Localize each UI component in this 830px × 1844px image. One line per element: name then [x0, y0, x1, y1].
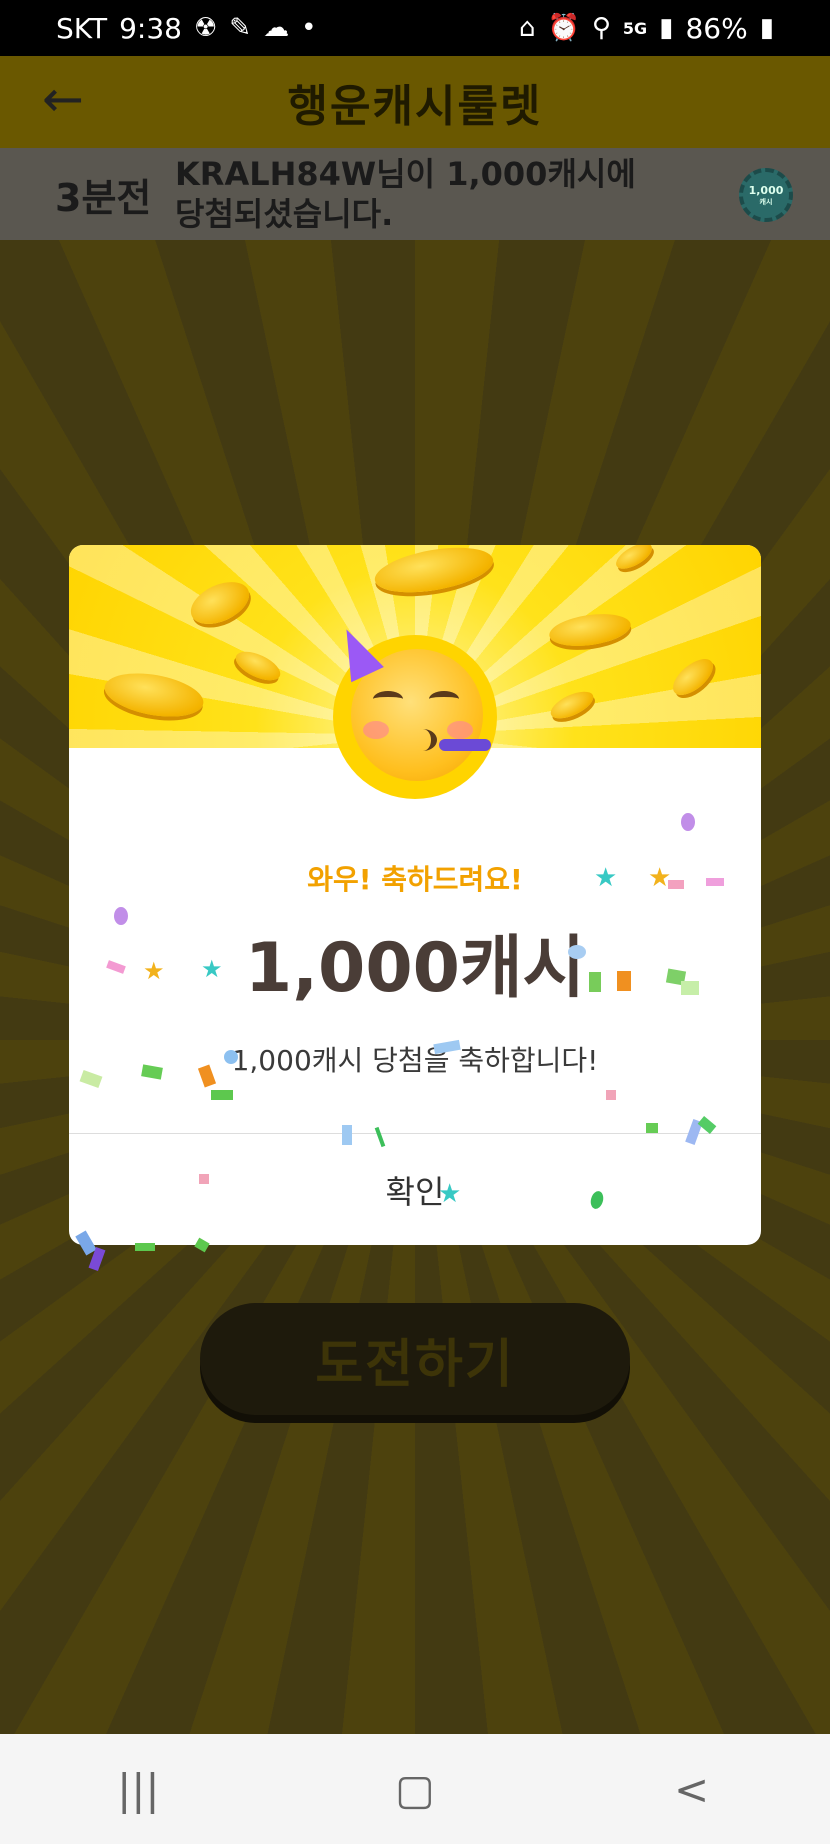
star-confetti-icon: ★	[438, 1179, 462, 1209]
win-dialog: 와우! 축하드려요! 1,000캐시 1,000캐시 당첨을 축하합니다! 확인…	[69, 545, 761, 1245]
confetti-piece	[199, 1174, 209, 1184]
battery-label: 86%	[685, 11, 748, 45]
cash-chip-icon: 1,000 캐시	[739, 168, 793, 222]
confetti-piece	[681, 813, 695, 831]
confetti-piece	[697, 1116, 717, 1134]
star-confetti-icon: ★	[201, 955, 223, 983]
congrats-message: 1,000캐시 당첨을 축하합니다!	[231, 1044, 599, 1077]
clock: 9:38	[119, 11, 182, 45]
confetti-piece	[342, 1125, 352, 1145]
win-amount: 1,000캐시	[244, 929, 586, 1008]
status-left: SKT 9:38 ☢ ✎ ☁ •	[56, 12, 316, 45]
star-confetti-icon: ★	[594, 863, 618, 893]
confetti-piece	[211, 1090, 233, 1100]
alarm-icon: ⏰	[547, 13, 580, 43]
coin-icon	[547, 609, 633, 651]
star-confetti-icon: ★	[143, 957, 165, 985]
status-bar: SKT 9:38 ☢ ✎ ☁ • ⌂ ⏰ ⚲ 5G ▮ 86% ▮	[0, 0, 830, 56]
battery-icon: ▮	[759, 13, 774, 43]
confetti-piece	[568, 945, 586, 959]
recents-icon[interactable]: |||	[98, 1765, 178, 1814]
coin-icon	[184, 573, 256, 633]
confetti-piece	[668, 880, 684, 889]
feather-icon: ✎	[229, 13, 252, 43]
lock-icon: ⌂	[518, 13, 536, 43]
party-emoji-icon	[330, 621, 497, 799]
page-title: 행운캐시룰렛	[287, 81, 543, 132]
chip-amount: 1,000	[748, 183, 784, 197]
confetti-piece	[646, 1123, 658, 1133]
confetti-piece	[681, 981, 699, 995]
network-label: 5G	[622, 18, 648, 38]
carrier-label: SKT	[56, 11, 108, 45]
confetti-piece	[114, 907, 128, 925]
coin-icon	[371, 545, 497, 601]
confetti-piece	[135, 1243, 155, 1251]
back-icon[interactable]: <	[652, 1765, 732, 1814]
coin-icon	[666, 652, 720, 702]
coin-icon	[546, 686, 598, 724]
confetti-piece	[589, 972, 601, 992]
status-right: ⌂ ⏰ ⚲ 5G ▮ 86% ▮	[519, 12, 774, 45]
app-bar: ← 행운캐시룰렛	[0, 56, 830, 148]
confetti-piece	[617, 971, 631, 991]
confirm-button[interactable]: 확인	[69, 1134, 761, 1245]
ticker-message: KRALH84W님이 1,000캐시에 당첨되셨습니다.	[175, 155, 636, 233]
home-icon[interactable]: ▢	[375, 1765, 455, 1814]
location-icon: ⚲	[591, 13, 611, 43]
coin-icon	[101, 666, 207, 724]
ticker-time: 3분전	[55, 175, 152, 220]
cloud-icon: ☁	[263, 13, 290, 43]
coin-icon	[612, 545, 656, 574]
radiation-icon: ☢	[193, 13, 218, 43]
winner-ticker: 3분전 KRALH84W님이 1,000캐시에 당첨되셨습니다. 1,000 캐…	[0, 148, 830, 240]
confetti-piece	[706, 878, 724, 886]
back-arrow-icon[interactable]: ←	[42, 74, 84, 124]
signal-icon: ▮	[659, 13, 674, 43]
confetti-piece	[606, 1090, 616, 1100]
confetti-piece	[224, 1050, 238, 1064]
dot-icon: •	[301, 13, 317, 43]
system-nav-bar: ||| ▢ <	[0, 1734, 830, 1844]
coin-icon	[231, 645, 285, 687]
chip-unit: 캐시	[759, 197, 773, 206]
challenge-button[interactable]: 도전하기	[200, 1303, 630, 1415]
